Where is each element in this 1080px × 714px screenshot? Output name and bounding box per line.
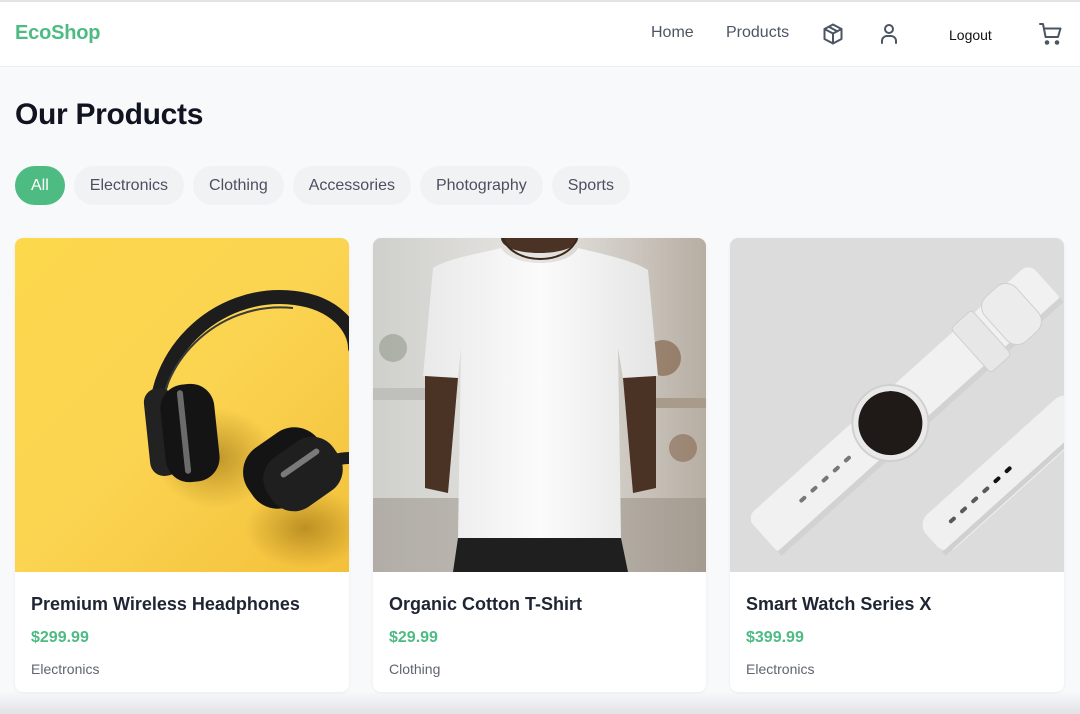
product-category: Clothing — [389, 661, 441, 677]
product-image-tshirt[interactable] — [373, 238, 706, 572]
window-bottom-shadow — [0, 692, 1080, 714]
brand-logo[interactable]: EcoShop — [15, 22, 100, 45]
product-grid: Premium Wireless Headphones $299.99 Elec… — [15, 238, 1064, 692]
product-image-headphones[interactable] — [15, 238, 349, 572]
filter-sports[interactable]: Sports — [551, 166, 630, 205]
product-price: $399.99 — [746, 629, 804, 646]
user-icon[interactable] — [877, 22, 901, 46]
filter-all[interactable]: All — [15, 166, 65, 205]
nav-products-link[interactable]: Products — [726, 24, 789, 42]
product-name[interactable]: Organic Cotton T-Shirt — [389, 594, 690, 615]
filter-electronics[interactable]: Electronics — [73, 166, 185, 205]
product-price: $299.99 — [31, 629, 89, 646]
product-card[interactable]: Premium Wireless Headphones $299.99 Elec… — [15, 238, 349, 692]
product-card[interactable]: Organic Cotton T-Shirt $29.99 Clothing — [373, 238, 706, 692]
product-name[interactable]: Premium Wireless Headphones — [31, 594, 333, 615]
product-category: Electronics — [31, 661, 100, 677]
page-title: Our Products — [15, 98, 204, 131]
filter-photography[interactable]: Photography — [419, 166, 543, 205]
product-category: Electronics — [746, 661, 815, 677]
shopping-cart-icon[interactable] — [1039, 22, 1063, 46]
product-name[interactable]: Smart Watch Series X — [746, 594, 1048, 615]
package-icon[interactable] — [821, 22, 845, 46]
filter-accessories[interactable]: Accessories — [292, 166, 411, 205]
logout-button[interactable]: Logout — [949, 27, 992, 43]
category-filters: All Electronics Clothing Accessories Pho… — [15, 166, 630, 205]
filter-clothing[interactable]: Clothing — [193, 166, 284, 205]
product-price: $29.99 — [389, 629, 438, 646]
product-card[interactable]: Smart Watch Series X $399.99 Electronics — [730, 238, 1064, 692]
navbar: EcoShop Home Products Logout — [0, 2, 1080, 67]
nav-home-link[interactable]: Home — [651, 24, 694, 42]
product-image-smartwatch[interactable] — [730, 238, 1064, 572]
